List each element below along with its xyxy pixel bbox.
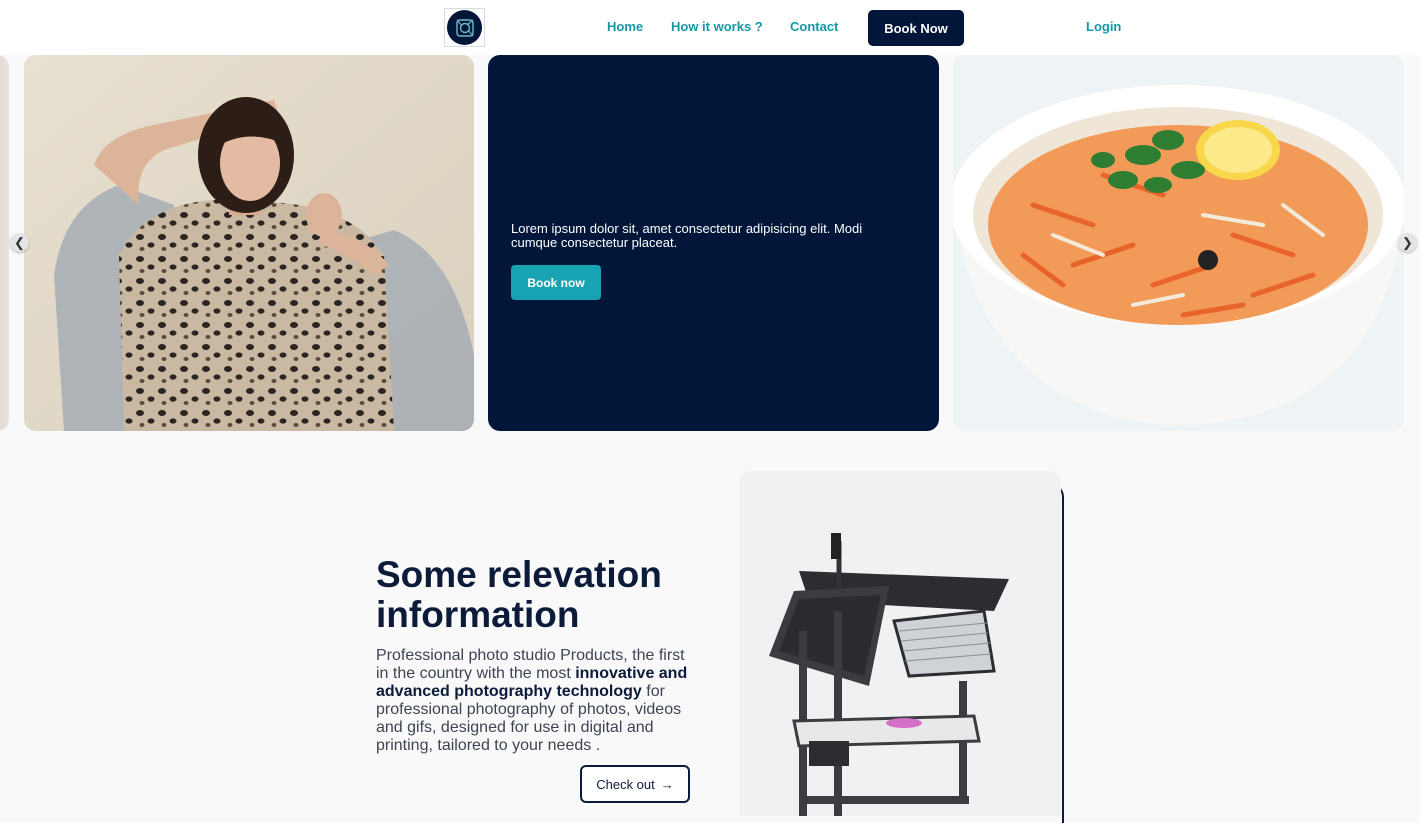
carousel-next-button[interactable]: ❯: [1398, 233, 1417, 252]
section-description: Professional photo studio Products, the …: [376, 647, 696, 755]
chevron-right-icon: ❯: [1402, 234, 1413, 250]
nav-link-how-it-works[interactable]: How it works ?: [671, 19, 763, 34]
section-title: Some relevation information: [376, 554, 662, 635]
login-link[interactable]: Login: [1086, 19, 1121, 34]
aperture-logo-icon: [447, 10, 482, 45]
book-now-button[interactable]: Book Now: [868, 10, 964, 46]
logo[interactable]: [444, 8, 485, 47]
carousel-slide-promo: Lorem ipsum dolor sit, amet consectetur …: [488, 55, 939, 431]
carousel-slide-food-image: [953, 55, 1404, 431]
chevron-left-icon: ❮: [14, 234, 25, 250]
top-nav: Home How it works ? Contact Book Now Log…: [0, 0, 1420, 55]
arrow-right-icon: →: [660, 776, 674, 792]
carousel-prev-button[interactable]: ❮: [10, 233, 29, 252]
promo-book-now-button[interactable]: Book now: [511, 265, 601, 300]
check-out-label: Check out: [596, 776, 655, 792]
photo-studio-machine-image: [769, 533, 1009, 816]
nav-link-home[interactable]: Home: [607, 19, 643, 34]
check-out-button[interactable]: Check out →: [580, 765, 690, 803]
carousel-slide-partial: [0, 55, 9, 431]
carousel-slide-fashion-image: [24, 55, 474, 431]
promo-text: Lorem ipsum dolor sit, amet consectetur …: [511, 221, 863, 250]
nav-link-contact[interactable]: Contact: [790, 19, 838, 34]
product-image-card: [739, 471, 1061, 816]
